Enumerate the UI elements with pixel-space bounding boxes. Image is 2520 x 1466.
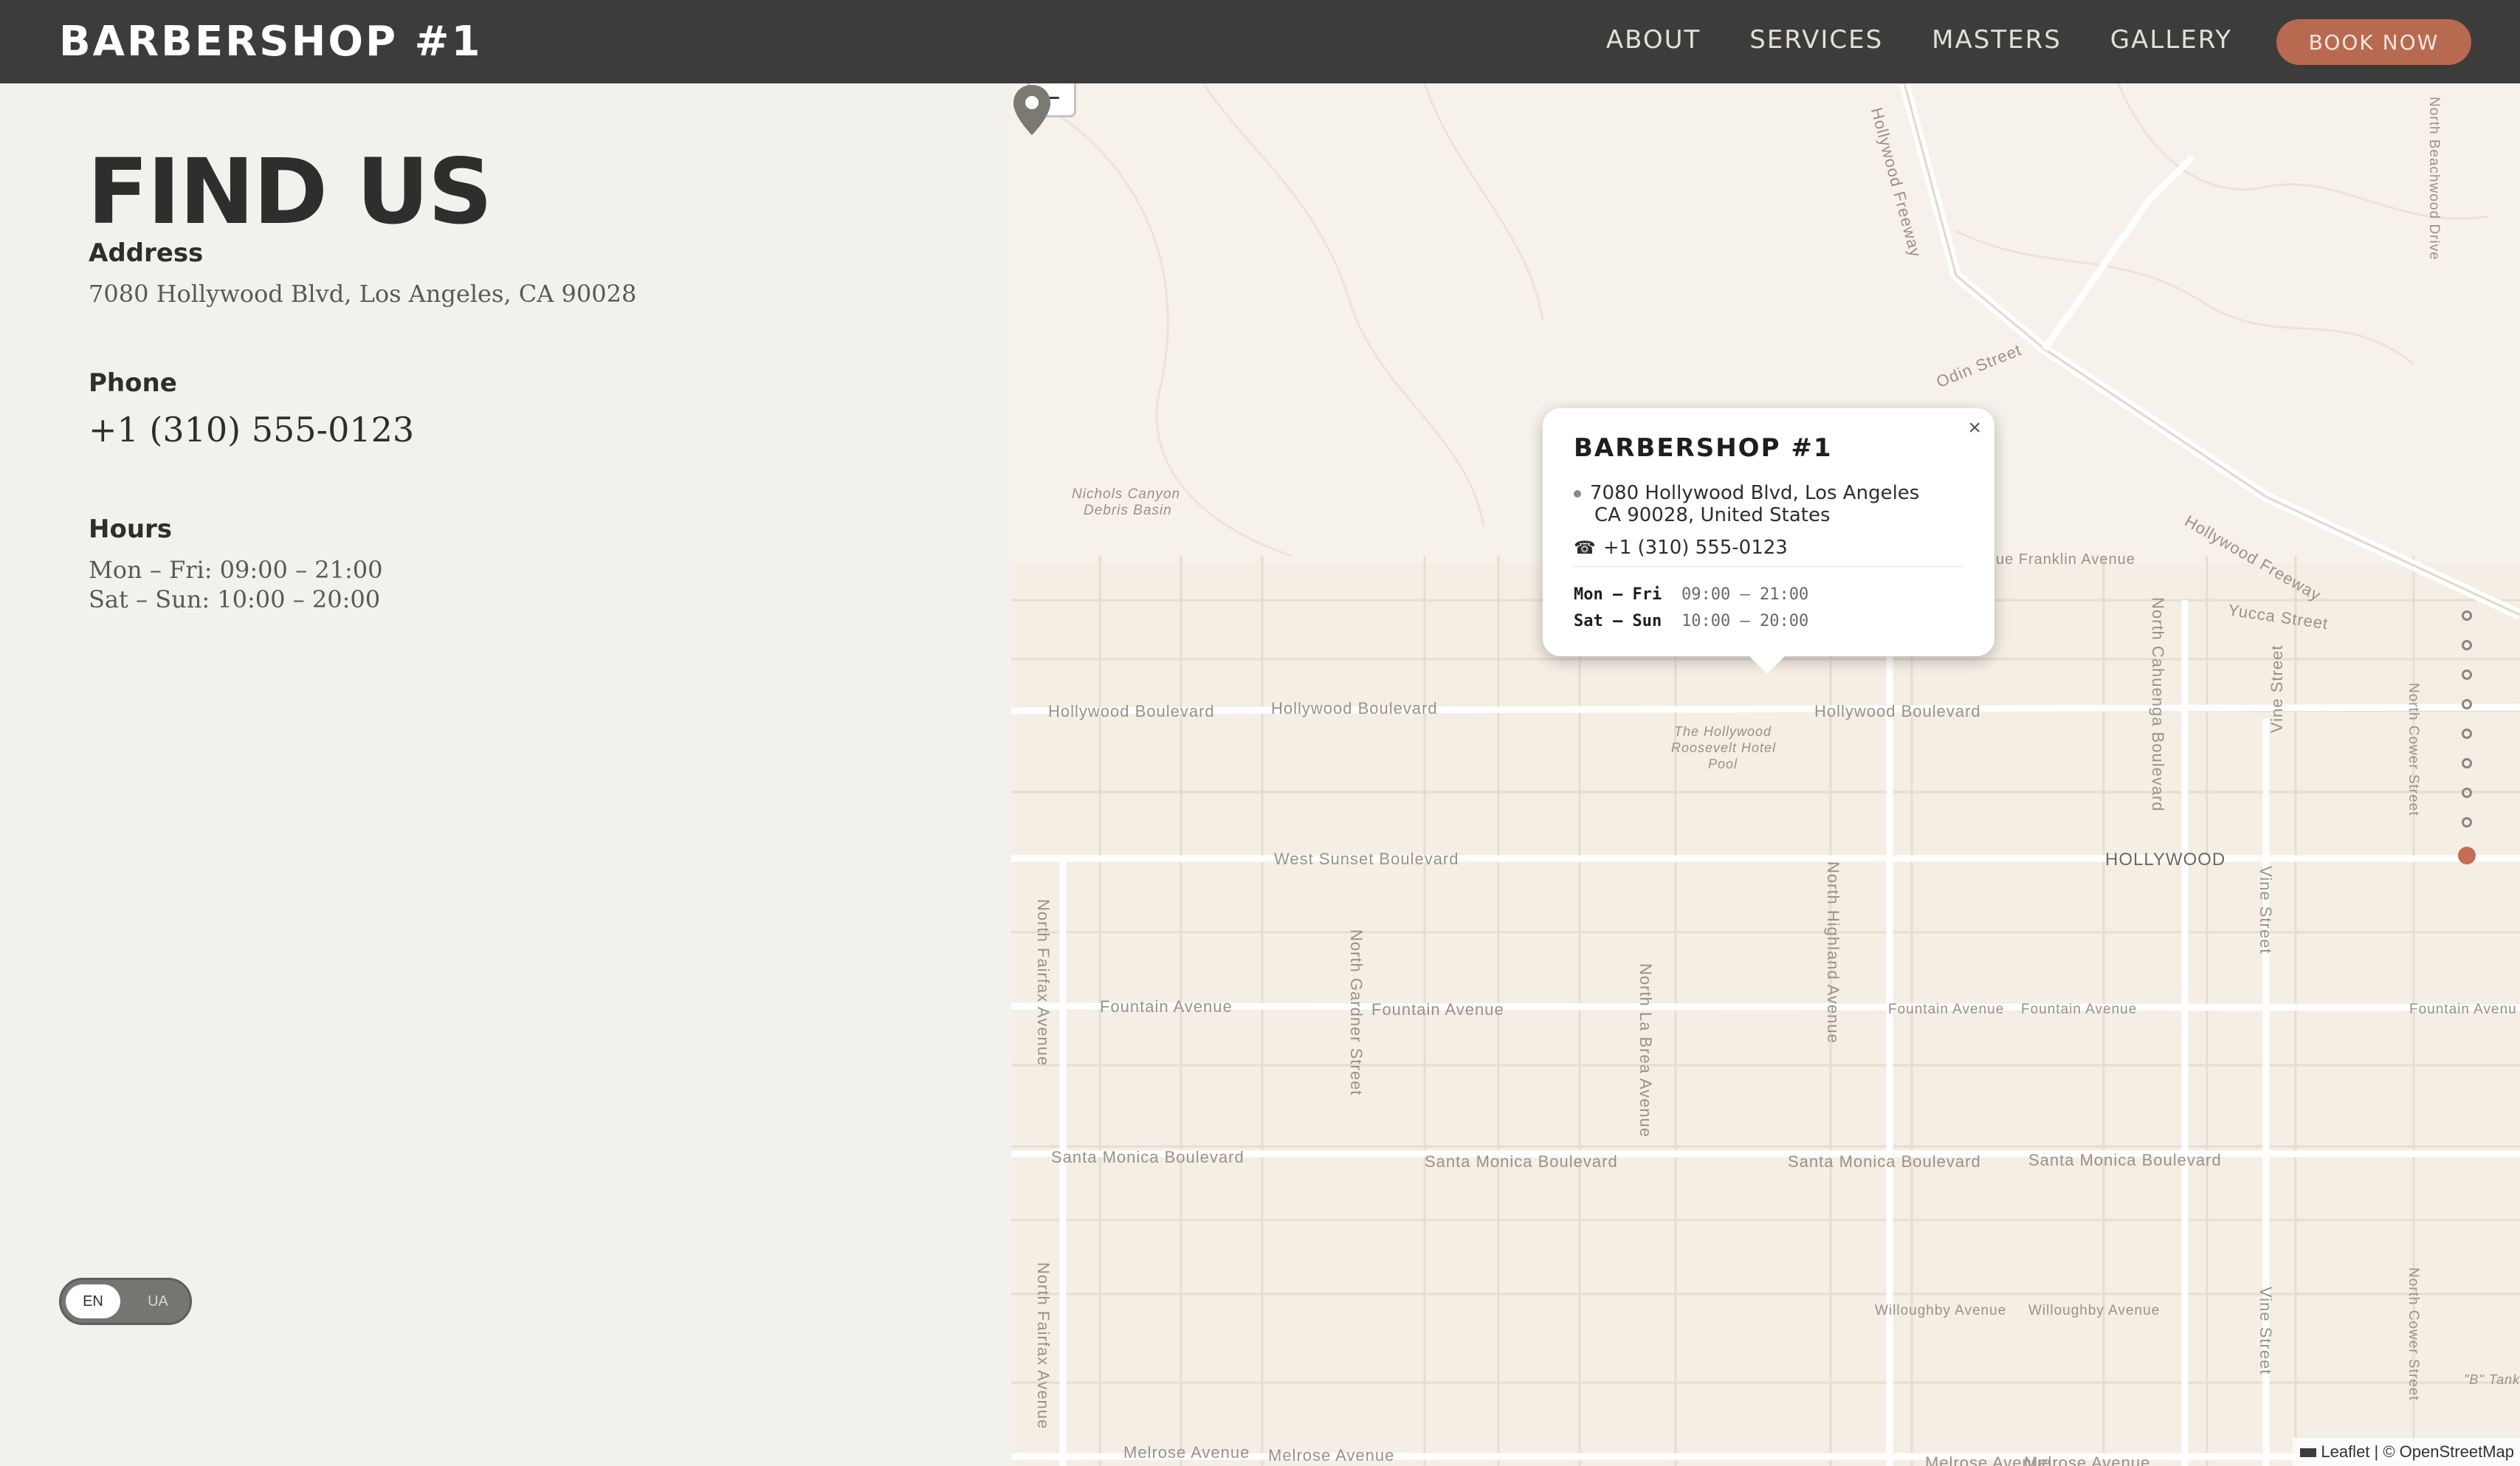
popup-address-row: 7080 Hollywood Blvd, Los Angeles: [1574, 482, 1919, 504]
nav-services[interactable]: SERVICES: [1749, 25, 1883, 55]
popup-address-line2: CA 90028, United States: [1594, 504, 1831, 526]
popup-hours-row: Sat – Sun 10:00 – 20:00: [1574, 612, 1808, 630]
hours-weekdays: Mon – Fri: 09:00 – 21:00: [89, 556, 383, 584]
lang-ua-option[interactable]: UA: [132, 1284, 184, 1318]
brand-logo[interactable]: BARBERSHOP #1: [59, 18, 482, 66]
section-dot[interactable]: [2462, 758, 2472, 768]
map-label: The Hollywood: [1674, 724, 1772, 739]
popup-phone-row[interactable]: ☎ +1 (310) 555-0123: [1574, 537, 1788, 559]
section-dot[interactable]: [2462, 670, 2472, 680]
section-dot[interactable]: [2462, 640, 2472, 650]
map-label: Santa Monica Boulevard: [1788, 1152, 1981, 1171]
map-label: Vine Street: [2268, 644, 2286, 733]
map-label: Melrose Avenue: [1123, 1443, 1250, 1462]
section-dot[interactable]: [2462, 610, 2472, 621]
map-view[interactable]: − Hollywood Freeway Odin Street Nichols …: [1011, 83, 2520, 1466]
nav-links: ABOUT SERVICES MASTERS GALLERY: [1606, 25, 2232, 55]
map-label: Hollywood Boulevard: [1271, 699, 1438, 717]
popup-hours-row: Mon – Fri 09:00 – 21:00: [1574, 585, 1808, 604]
popup-hours-time: 09:00 – 21:00: [1681, 585, 1809, 604]
map-label: Willoughby Avenue: [1875, 1303, 2007, 1318]
map-label: Fountain Avenue: [1888, 1002, 2005, 1017]
map-label: North Gardner Street: [1347, 929, 1366, 1096]
map-label: West Sunset Boulevard: [1274, 850, 1459, 868]
popup-divider: [1574, 566, 1963, 567]
map-label: Melrose Avenue: [1268, 1446, 1395, 1465]
popup-close-icon[interactable]: ×: [1968, 416, 1981, 441]
map-label: Hollywood Boulevard: [1048, 702, 1215, 720]
popup-phone[interactable]: +1 (310) 555-0123: [1603, 537, 1788, 559]
map-label: Vine Street: [2256, 866, 2275, 954]
section-dot[interactable]: [2462, 699, 2472, 709]
map-label: North Fairfax Avenue: [1034, 1262, 1053, 1430]
map-label: Santa Monica Boulevard: [1425, 1152, 1618, 1171]
address-label: Address: [89, 238, 204, 268]
find-us-panel: FIND US Address 7080 Hollywood Blvd, Los…: [0, 83, 1011, 1466]
map-label: Melrose Avenue: [2024, 1453, 2151, 1466]
map-label: Vine Street: [2256, 1287, 2275, 1375]
popup-hours-time: 10:00 – 20:00: [1681, 612, 1809, 630]
map-label: Hollywood Boulevard: [1814, 702, 1981, 720]
map-label: North Cower Street: [2406, 1267, 2421, 1401]
section-dot[interactable]: [2462, 729, 2472, 739]
map-label: Santa Monica Boulevard: [2028, 1151, 2222, 1169]
lang-en-option[interactable]: EN: [66, 1284, 120, 1318]
map-label: Willoughby Avenue: [2028, 1303, 2161, 1318]
hours-weekend: Sat – Sun: 10:00 – 20:00: [89, 585, 381, 613]
popup-address-line1: 7080 Hollywood Blvd, Los Angeles: [1590, 482, 1920, 504]
map-label: North La Brea Avenue: [1636, 963, 1655, 1138]
map-label: HOLLYWOOD: [2105, 850, 2226, 870]
phone-label: Phone: [89, 368, 177, 398]
nav-gallery[interactable]: GALLERY: [2110, 25, 2232, 55]
section-dots: [2458, 610, 2476, 884]
popup-title: BARBERSHOP #1: [1574, 433, 1833, 463]
map-label: Santa Monica Boulevard: [1051, 1148, 1244, 1166]
attribution-text[interactable]: Leaflet | © OpenStreetMap: [2321, 1442, 2514, 1461]
popup-hours-days: Mon – Fri: [1574, 585, 1662, 604]
phone-value[interactable]: +1 (310) 555-0123: [89, 410, 414, 450]
map-attribution[interactable]: Leaflet | © OpenStreetMap: [2293, 1438, 2520, 1466]
map-label: "B" Tank: [2464, 1372, 2520, 1387]
flag-icon: [2300, 1448, 2317, 1458]
page-title: FIND US: [87, 140, 493, 244]
map-label: Fountain Avenue: [1371, 1000, 1504, 1019]
popup-tip: [1749, 656, 1785, 674]
map-label: Pool: [1708, 757, 1738, 771]
map-label: North Cahuenga Boulevard: [2149, 597, 2167, 812]
map-tiles[interactable]: [1011, 83, 2520, 1466]
location-marker-icon[interactable]: [1011, 83, 1053, 137]
map-label: North Beachwood Drive: [2426, 97, 2442, 261]
dot-icon: [1574, 489, 1581, 498]
top-navbar: BARBERSHOP #1 ABOUT SERVICES MASTERS GAL…: [0, 0, 2520, 83]
map-label: Debris Basin: [1084, 503, 1172, 518]
location-popup: × BARBERSHOP #1 7080 Hollywood Blvd, Los…: [1543, 408, 1994, 674]
map-label: North Cower Street: [2406, 683, 2421, 816]
book-now-button[interactable]: BOOK NOW: [2276, 19, 2471, 65]
section-dot[interactable]: [2462, 817, 2472, 827]
map-label: North Highland Avenue: [1824, 861, 1842, 1044]
map-label: ue Franklin Avenue: [1996, 551, 2135, 568]
map-label: Fountain Avenu: [2409, 1002, 2517, 1017]
address-value: 7080 Hollywood Blvd, Los Angeles, CA 900…: [89, 280, 637, 308]
language-switcher[interactable]: EN UA: [59, 1278, 192, 1325]
map-label: Fountain Avenue: [2021, 1002, 2138, 1017]
map-label: Nichols Canyon: [1072, 486, 1181, 502]
map-label: North Fairfax Avenue: [1034, 899, 1053, 1067]
nav-about[interactable]: ABOUT: [1606, 25, 1701, 55]
section-dot-active[interactable]: [2458, 847, 2476, 864]
map-label: Roosevelt Hotel: [1671, 740, 1777, 755]
hours-label: Hours: [89, 515, 173, 544]
section-dot[interactable]: [2462, 788, 2472, 798]
popup-hours-days: Sat – Sun: [1574, 612, 1662, 630]
nav-masters[interactable]: MASTERS: [1932, 25, 2062, 55]
map-label: Fountain Avenue: [1100, 997, 1233, 1016]
phone-icon: ☎: [1574, 537, 1596, 558]
